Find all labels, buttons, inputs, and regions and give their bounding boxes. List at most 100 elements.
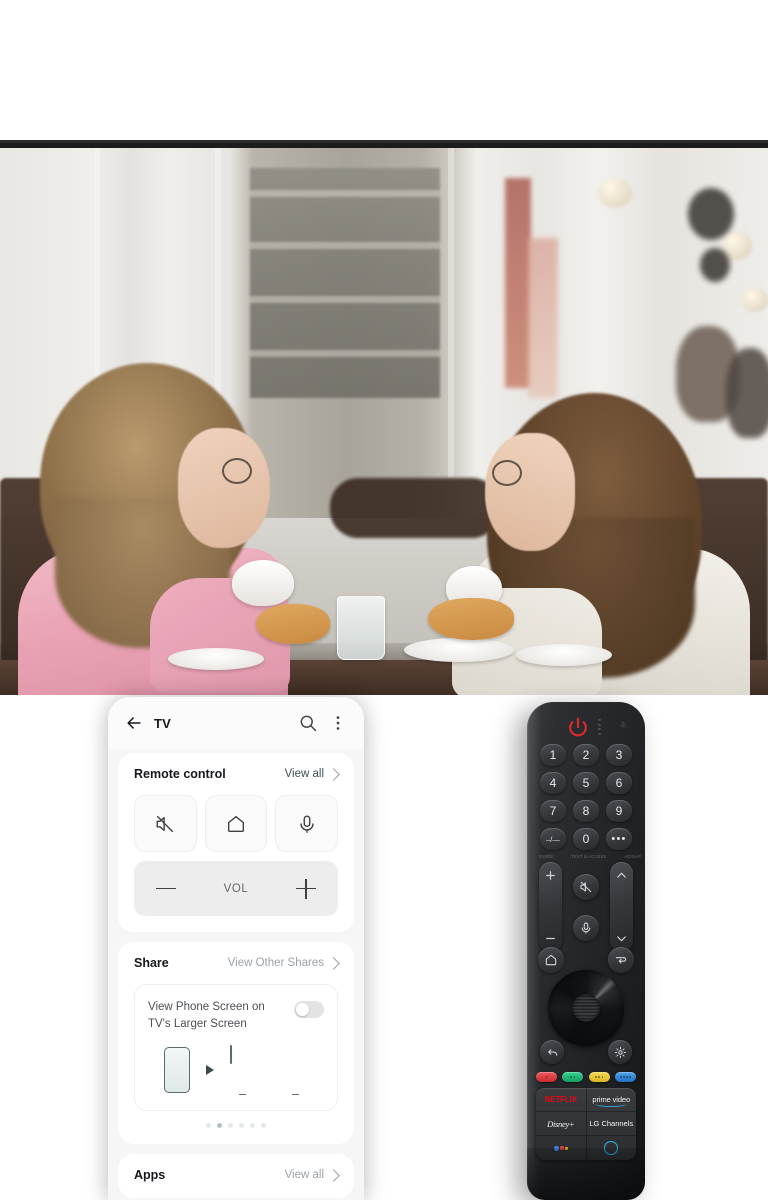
keypad-row: –/— 0 ••• (537, 828, 635, 850)
page-title: TV (154, 715, 172, 731)
phone-app-overlay: TV Remote control View all VOL Share Vie… (108, 697, 364, 1200)
apps-card: Apps View all (118, 1154, 354, 1199)
key-dash-list[interactable]: –/— (540, 828, 566, 850)
chevron-down-icon (617, 936, 626, 942)
mute-button[interactable] (134, 795, 197, 852)
yellow-key[interactable] (588, 1072, 610, 1082)
share-description: View Phone Screen on TV's Larger Screen (148, 1001, 265, 1030)
disney-plus-button[interactable]: Disney+ (536, 1112, 587, 1136)
key-3[interactable]: 3 (606, 744, 632, 766)
channel-rocker[interactable] (610, 862, 633, 952)
remote-settings-button[interactable] (608, 1040, 632, 1064)
key-0[interactable]: 0 (573, 828, 599, 850)
key-more[interactable]: ••• (606, 828, 632, 850)
eyeglasses (492, 460, 522, 486)
prime-video-button[interactable]: prime video (586, 1088, 636, 1112)
link-label: View all (284, 1169, 324, 1182)
carousel-pagination[interactable] (134, 1123, 338, 1129)
remote-home-button[interactable] (538, 947, 564, 973)
chevron-right-icon (327, 767, 340, 781)
microphone-icon (620, 721, 626, 728)
pagination-dot[interactable] (239, 1123, 244, 1129)
link-label: View Other Shares (227, 957, 324, 969)
chevron-up-icon (617, 872, 626, 878)
plate (404, 638, 514, 662)
voice-button[interactable] (275, 795, 339, 852)
netflix-button[interactable]: NETFLIX (536, 1088, 587, 1112)
background-column (528, 238, 558, 398)
share-header: Share View Other Shares (134, 956, 340, 970)
red-key[interactable] (536, 1072, 557, 1082)
key-7[interactable]: 7 (540, 800, 566, 822)
scroll-wheel[interactable] (572, 994, 600, 1022)
screen-share-tile[interactable]: View Phone Screen on TV's Larger Screen (134, 984, 338, 1112)
link-label: View all (284, 768, 324, 780)
screen-share-toggle[interactable] (294, 1001, 324, 1018)
remote-view-all-link[interactable]: View all (284, 767, 340, 781)
pagination-dot-active[interactable] (217, 1123, 222, 1129)
search-icon[interactable] (298, 713, 318, 733)
blue-key[interactable] (614, 1072, 636, 1082)
chevron-right-icon (327, 1168, 340, 1182)
key-2[interactable]: 2 (573, 744, 599, 766)
phone-illustration-icon (164, 1047, 190, 1094)
hanging-fixture (700, 248, 730, 282)
arrow-right-icon (206, 1065, 214, 1076)
keypad-row: 4 5 6 (537, 772, 635, 794)
home-button[interactable] (204, 795, 268, 852)
remote-micro-labels: GUIDE TEXT & ACCESS AD/SAP (535, 854, 645, 859)
view-other-shares-link[interactable]: View Other Shares (227, 956, 340, 970)
key-4[interactable]: 4 (540, 772, 566, 794)
home-icon (227, 815, 245, 832)
remote-lower-body (527, 1148, 645, 1200)
chevron-right-icon (327, 956, 340, 970)
pendant-lamp (742, 288, 768, 312)
volume-label: VOL (223, 882, 249, 895)
label-ad-sap: AD/SAP (624, 854, 641, 859)
keypad-row: 1 2 3 (537, 744, 635, 766)
pagination-dot[interactable] (206, 1123, 211, 1129)
volume-down-button[interactable] (156, 879, 176, 899)
ir-led-indicators (598, 719, 601, 735)
app-row: Disney+ LG Channels (536, 1112, 636, 1136)
wall-seam (448, 148, 454, 478)
apps-view-all-link[interactable]: View all (284, 1168, 340, 1182)
mute-icon (580, 881, 592, 893)
key-6[interactable]: 6 (606, 772, 632, 794)
key-9[interactable]: 9 (606, 800, 632, 822)
cast-illustration (148, 1045, 324, 1098)
remote-back-button[interactable] (540, 1040, 564, 1064)
remote-mute-button[interactable] (573, 874, 599, 900)
volume-control-row[interactable]: VOL (134, 861, 338, 916)
numeric-keypad: 1 2 3 4 5 6 7 8 9 –/— 0 ••• (537, 744, 635, 856)
background-shelving (250, 168, 440, 398)
water-glass (337, 596, 385, 660)
remote-control-card: Remote control View all VOL (118, 753, 354, 932)
key-8[interactable]: 8 (573, 800, 599, 822)
tv-device (0, 140, 768, 695)
lg-channels-button[interactable]: LG Channels (586, 1112, 636, 1136)
apps-header: Apps View all (134, 1168, 340, 1182)
key-1[interactable]: 1 (540, 744, 566, 766)
home-icon (545, 954, 557, 966)
remote-voice-button[interactable] (573, 915, 599, 941)
pendant-lamp (598, 178, 632, 208)
microphone-icon (581, 922, 591, 934)
volume-up-button[interactable] (296, 878, 316, 899)
chair-back (330, 478, 500, 538)
more-vertical-icon[interactable] (328, 713, 348, 733)
remote-input-button[interactable] (608, 947, 634, 973)
pagination-dot[interactable] (228, 1123, 233, 1129)
remote-control-header: Remote control View all (134, 767, 340, 781)
volume-rocker[interactable] (539, 862, 562, 952)
pagination-dot[interactable] (250, 1123, 255, 1129)
green-key[interactable] (562, 1072, 584, 1082)
power-icon[interactable] (567, 716, 589, 738)
label-text-access: TEXT & ACCESS (571, 854, 607, 859)
key-5[interactable]: 5 (573, 772, 599, 794)
magic-remote: 1 2 3 4 5 6 7 8 9 –/— 0 ••• GUIDE TEXT &… (527, 702, 645, 1200)
back-arrow-icon[interactable] (124, 713, 144, 733)
section-title: Remote control (134, 767, 226, 781)
dpad-wheel[interactable] (548, 970, 624, 1046)
pagination-dot[interactable] (261, 1123, 266, 1129)
